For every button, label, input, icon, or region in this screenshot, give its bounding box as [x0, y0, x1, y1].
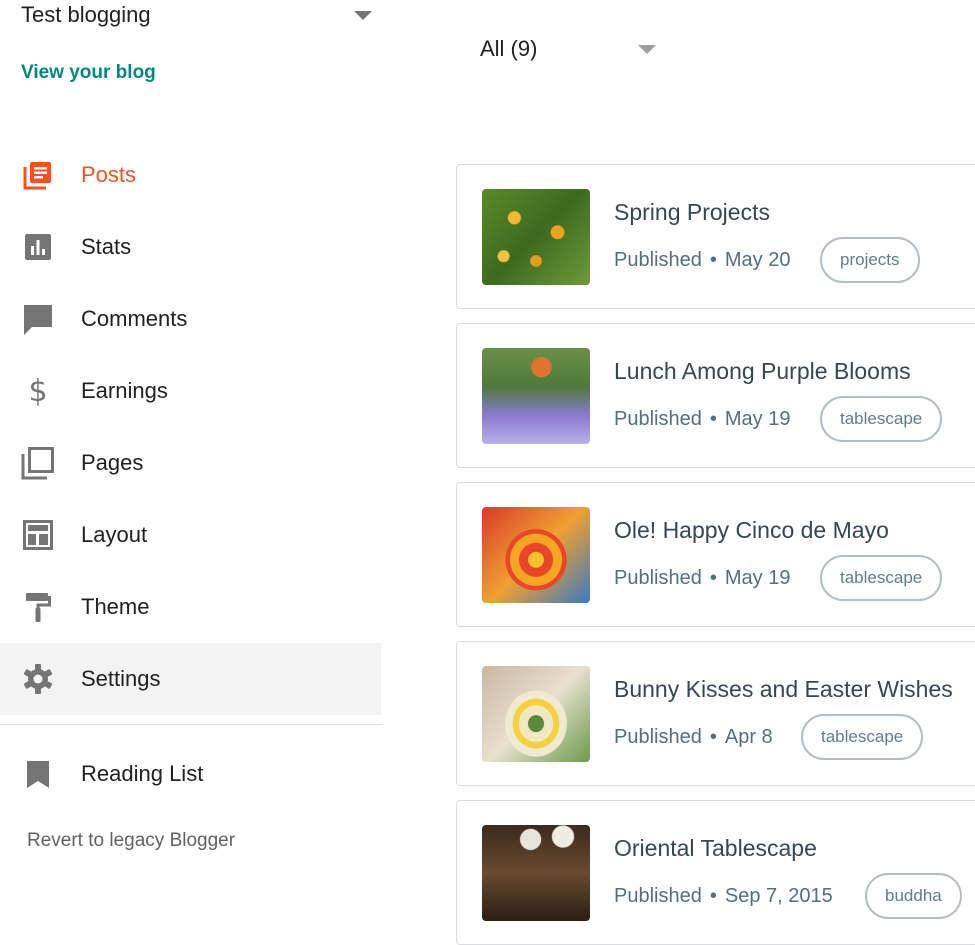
- post-label-chip[interactable]: buddha: [865, 873, 962, 919]
- post-thumbnail: [482, 189, 590, 285]
- post-card[interactable]: Spring Projects Published • May 20 project…: [456, 164, 975, 309]
- sidebar-item-settings[interactable]: Settings: [0, 643, 381, 715]
- post-thumbnail: [482, 666, 590, 762]
- sidebar-item-label: Reading List: [81, 761, 204, 786]
- bookmark-icon: [21, 757, 55, 791]
- post-status: Published: [614, 885, 702, 907]
- post-status: Published: [614, 249, 702, 271]
- chevron-down-icon: [638, 44, 656, 54]
- filter-label: All (9): [480, 36, 538, 61]
- post-card[interactable]: Oriental Tablescape Published • Sep 7, 201…: [456, 800, 975, 945]
- post-thumbnail: [482, 348, 590, 444]
- sidebar-item-label: Earnings: [81, 378, 168, 403]
- post-date: May 20: [724, 249, 791, 271]
- post-card[interactable]: Ole! Happy Cinco de Mayo Published • May 1…: [456, 482, 975, 627]
- sidebar-item-label: Pages: [81, 450, 144, 475]
- post-meta: Published • May 20: [614, 249, 791, 271]
- revert-legacy-link[interactable]: Revert to legacy Blogger: [27, 830, 235, 852]
- post-status: Published: [614, 726, 702, 748]
- sidebar: Test blogging View your blog Posts Stats: [0, 0, 382, 912]
- paint-roller-icon: [21, 590, 55, 624]
- sidebar-item-comments[interactable]: Comments: [0, 283, 382, 355]
- sidebar-item-stats[interactable]: Stats: [0, 211, 382, 283]
- layout-icon: [21, 518, 55, 552]
- post-label-chip[interactable]: projects: [820, 237, 920, 283]
- sidebar-item-label: Layout: [81, 522, 148, 547]
- post-date: Apr 8: [724, 726, 773, 748]
- sidebar-item-label: Comments: [81, 306, 188, 331]
- sidebar-item-reading-list[interactable]: Reading List: [0, 738, 382, 810]
- sidebar-item-layout[interactable]: Layout: [0, 499, 382, 571]
- comments-icon: [21, 302, 55, 336]
- view-blog-link[interactable]: View your blog: [21, 62, 156, 84]
- post-status: Published: [614, 567, 702, 589]
- sidebar-item-label: Stats: [81, 234, 132, 259]
- sidebar-divider: [0, 724, 382, 725]
- post-title[interactable]: Ole! Happy Cinco de Mayo: [614, 517, 889, 544]
- sidebar-item-pages[interactable]: Pages: [0, 427, 382, 499]
- pages-icon: [21, 446, 55, 480]
- post-card[interactable]: Lunch Among Purple Blooms Published • May …: [456, 323, 975, 468]
- post-status: Published: [614, 408, 702, 430]
- post-title[interactable]: Oriental Tablescape: [614, 835, 817, 862]
- post-meta: Published • May 19: [614, 567, 791, 589]
- post-card[interactable]: Bunny Kisses and Easter Wishes Published…: [456, 641, 975, 786]
- post-meta: Published • Sep 7, 2015: [614, 885, 833, 907]
- blog-selector[interactable]: Test blogging: [21, 0, 376, 30]
- sidebar-item-label: Theme: [81, 594, 150, 619]
- post-thumbnail: [482, 825, 590, 921]
- post-meta: Published • Apr 8: [614, 726, 773, 748]
- gear-icon: [21, 662, 55, 696]
- sidebar-item-label: Posts: [81, 162, 137, 187]
- post-meta: Published • May 19: [614, 408, 791, 430]
- sidebar-item-theme[interactable]: Theme: [0, 571, 382, 643]
- post-date: Sep 7, 2015: [724, 885, 833, 907]
- post-label-chip[interactable]: tablescape: [820, 555, 943, 601]
- post-date: May 19: [724, 408, 791, 430]
- stats-icon: [21, 230, 55, 264]
- post-date: May 19: [724, 567, 791, 589]
- sidebar-item-posts[interactable]: Posts: [0, 139, 382, 211]
- post-title[interactable]: Bunny Kisses and Easter Wishes: [614, 676, 953, 703]
- post-label-chip[interactable]: tablescape: [820, 396, 943, 442]
- chevron-down-icon: [354, 10, 372, 20]
- posts-icon: [21, 158, 55, 192]
- post-filter-dropdown[interactable]: All (9): [480, 33, 658, 65]
- sidebar-item-label: Settings: [81, 666, 161, 691]
- dollar-icon: $: [28, 373, 48, 409]
- post-label-chip[interactable]: tablescape: [801, 714, 924, 760]
- sidebar-item-earnings[interactable]: $ Earnings: [0, 355, 382, 427]
- blog-name: Test blogging: [21, 2, 151, 27]
- post-title[interactable]: Lunch Among Purple Blooms: [614, 358, 911, 385]
- post-thumbnail: [482, 507, 590, 603]
- post-title[interactable]: Spring Projects: [614, 199, 770, 226]
